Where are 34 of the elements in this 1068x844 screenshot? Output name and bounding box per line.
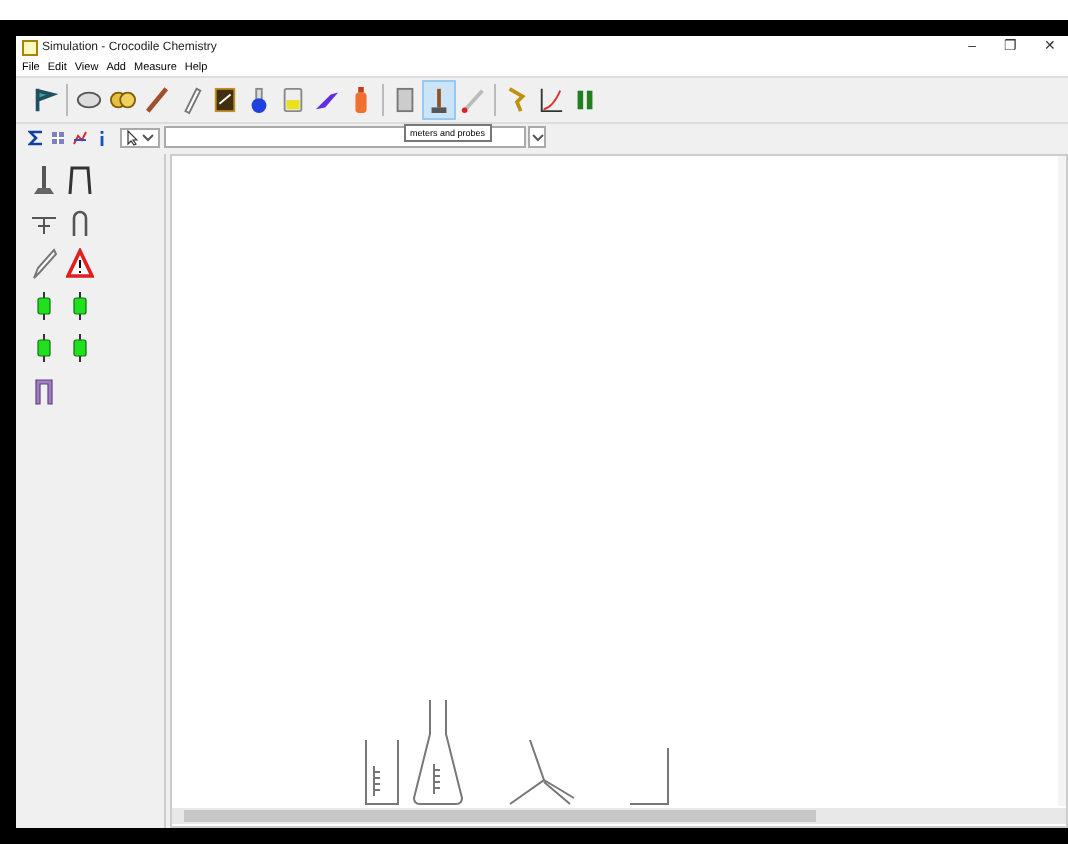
table-icon [50, 129, 66, 145]
thermometer-tool-button[interactable] [422, 80, 456, 120]
thermometer-icon [426, 84, 452, 116]
app-icon [22, 39, 38, 55]
clamp-icon [504, 84, 530, 116]
caret-icon [531, 133, 543, 141]
pointer-dropdown[interactable] [120, 127, 160, 147]
tripod-stand-drawing[interactable] [508, 738, 580, 806]
table-button[interactable] [48, 129, 68, 145]
dropdown-button[interactable] [528, 126, 546, 148]
pen-icon[interactable] [28, 246, 60, 282]
pointer-icon [126, 129, 138, 145]
bulb-flask-icon [246, 84, 272, 116]
caret-icon [142, 133, 154, 141]
scroll-thumb[interactable] [184, 810, 816, 822]
flag-icon [32, 84, 58, 116]
chart-button[interactable] [70, 129, 90, 145]
test-tube-icon [178, 84, 204, 116]
beaker-drawing[interactable] [364, 738, 400, 806]
sigma-icon [28, 129, 44, 145]
flask-drawing[interactable] [412, 698, 464, 806]
sigma-button[interactable] [26, 129, 46, 145]
jar-icon [280, 84, 306, 116]
horizontal-scrollbar[interactable] [172, 808, 1066, 824]
stand-icon[interactable] [28, 162, 60, 198]
warning-icon[interactable] [64, 246, 96, 282]
probe-icon [460, 84, 486, 116]
rod-icon [144, 84, 170, 116]
graph-icon [538, 84, 564, 116]
chart-icon [72, 129, 88, 145]
tripod-icon[interactable] [64, 162, 96, 198]
cylinder-icon [392, 84, 418, 116]
stand-base-drawing[interactable] [628, 746, 672, 806]
board-icon [212, 84, 238, 116]
